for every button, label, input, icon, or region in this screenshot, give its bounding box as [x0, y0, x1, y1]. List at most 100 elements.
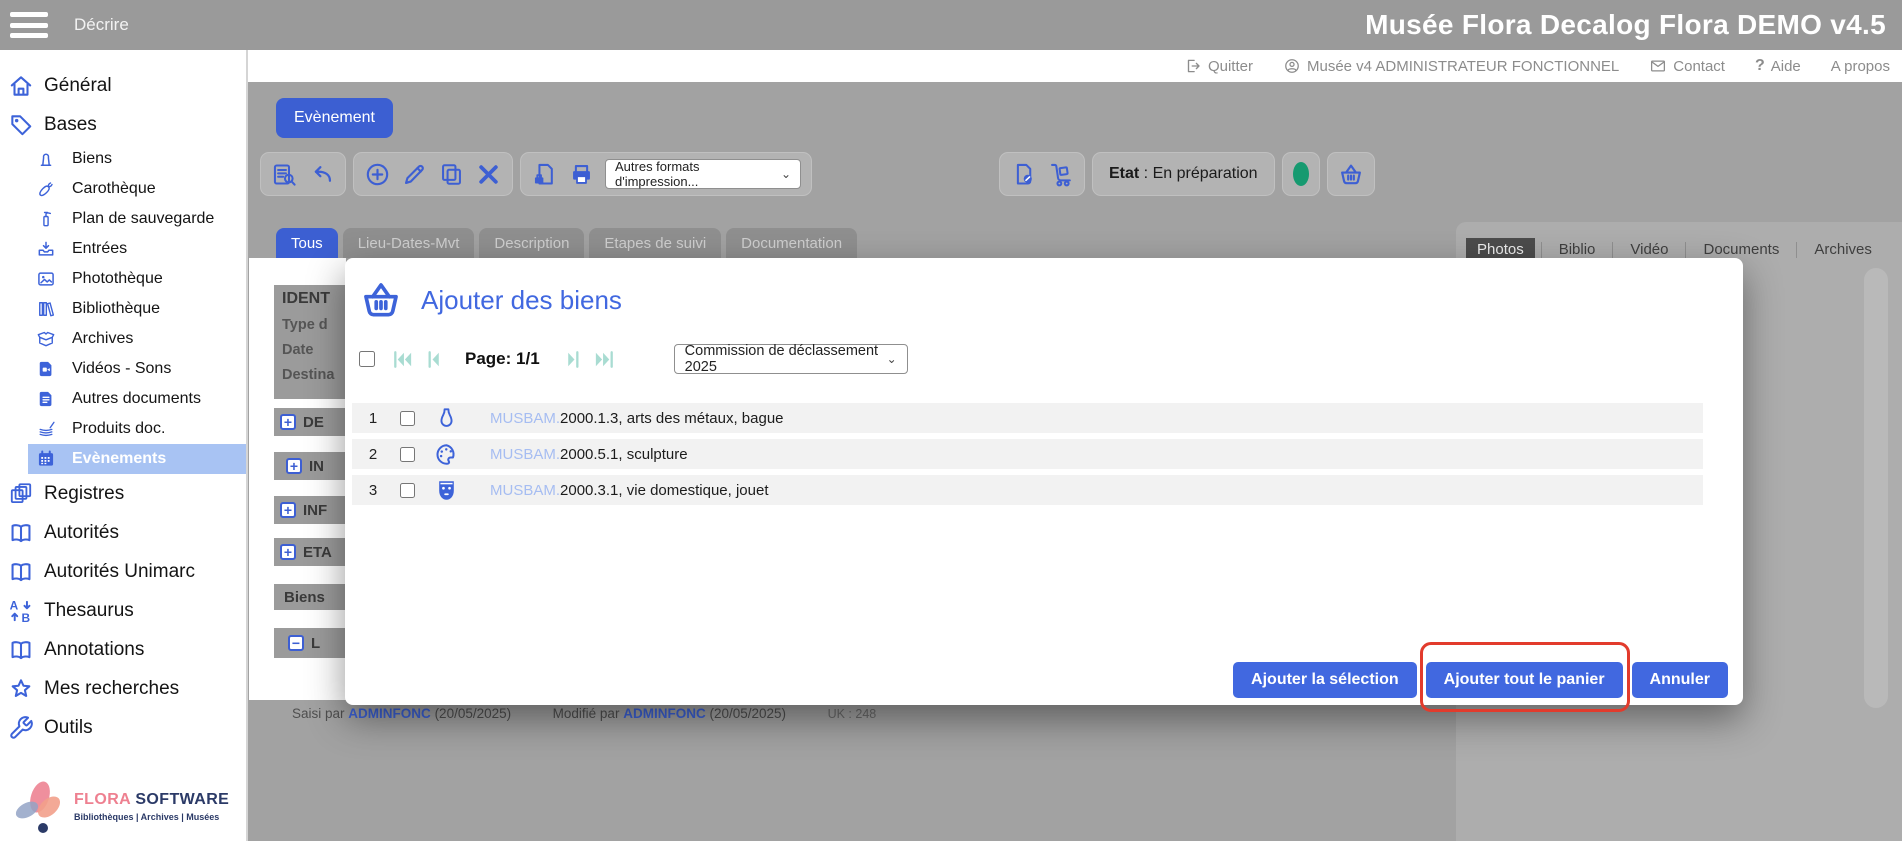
trolley-icon[interactable]: [1047, 161, 1074, 188]
collapse-minus-icon[interactable]: −: [288, 635, 304, 651]
edit-pencil-icon[interactable]: [401, 161, 428, 188]
basket-select-dropdown[interactable]: Commission de déclassement 2025 ⌄: [674, 344, 908, 374]
row-checkbox[interactable]: [400, 447, 415, 462]
expand-plus-icon[interactable]: +: [280, 502, 296, 518]
print-file-icon[interactable]: [531, 161, 558, 188]
tab-description[interactable]: Description: [479, 228, 584, 258]
sidebar-item-archives[interactable]: Archives: [0, 324, 246, 354]
add-selection-button[interactable]: Ajouter la sélection: [1233, 662, 1417, 698]
first-page-icon[interactable]: [391, 348, 414, 371]
star-icon: [8, 676, 34, 702]
basket-button[interactable]: [1327, 152, 1375, 196]
section-identification: IDENT Type d Date Destina: [274, 285, 346, 399]
list-item[interactable]: 3 MUSBAM.2000.3.1, vie domestique, jouet: [352, 475, 1703, 505]
previous-page-icon[interactable]: [422, 348, 445, 371]
record-form-background: IDENT Type d Date Destina +DE + IN + INF +…: [249, 258, 346, 700]
add-all-basket-button[interactable]: Ajouter tout le panier: [1426, 662, 1623, 698]
sidebar-item-registres[interactable]: Registres: [0, 474, 246, 513]
document-icon: [36, 389, 56, 409]
tab-lieu-dates-mvt[interactable]: Lieu-Dates-Mvt: [343, 228, 475, 258]
media-tab-archives[interactable]: Archives: [1803, 238, 1883, 261]
sidebar-item-mes-recherches[interactable]: Mes recherches: [0, 669, 246, 708]
tab-documentation[interactable]: Documentation: [726, 228, 857, 258]
delete-x-icon[interactable]: [475, 161, 502, 188]
list-search-icon[interactable]: [271, 161, 298, 188]
sidebar-item-plan-sauvegarde[interactable]: Plan de sauvegarde: [0, 204, 246, 234]
sidebar-item-videos-sons[interactable]: Vidéos - Sons: [0, 354, 246, 384]
copy-icon[interactable]: [438, 161, 465, 188]
record-footer: Saisi par ADMINFONC (20/05/2025) Modifié…: [292, 706, 876, 721]
current-user[interactable]: Musée v4 ADMINISTRATEUR FONCTIONNEL: [1283, 57, 1619, 75]
sidebar-item-produits-doc[interactable]: Produits doc.: [0, 414, 246, 444]
status-value: En préparation: [1153, 165, 1258, 182]
hamburger-menu-icon[interactable]: [10, 12, 48, 38]
select-all-checkbox[interactable]: [359, 351, 375, 367]
list-item[interactable]: 2 MUSBAM.2000.5.1, sculpture: [352, 439, 1703, 469]
sidebar-item-autorites-unimarc[interactable]: Autorités Unimarc: [0, 552, 246, 591]
question-icon: ?: [1755, 57, 1765, 75]
toolbar: Autres formats d'impression... ⌄ Etat : …: [260, 152, 1375, 196]
sidebar-item-carotheque[interactable]: Carothèque: [0, 174, 246, 204]
basket-icon: [359, 278, 403, 322]
vase-icon: [433, 405, 460, 432]
help-button[interactable]: ?Aide: [1755, 57, 1801, 75]
saisi-date: (20/05/2025): [435, 706, 512, 721]
undo-icon[interactable]: [308, 161, 335, 188]
dialog-buttons: Ajouter la sélection Ajouter tout le pan…: [1233, 662, 1728, 698]
last-page-icon[interactable]: [593, 348, 616, 371]
person-icon: [1283, 57, 1301, 75]
sidebar-item-bibliotheque[interactable]: Bibliothèque: [0, 294, 246, 324]
expand-plus-icon[interactable]: +: [280, 414, 296, 430]
about-button[interactable]: A propos: [1831, 58, 1890, 75]
mask-icon: [433, 477, 460, 504]
tab-etapes-de-suivi[interactable]: Etapes de suivi: [589, 228, 721, 258]
tab-tous[interactable]: Tous: [276, 228, 338, 258]
row-checkbox[interactable]: [400, 411, 415, 426]
row-checkbox[interactable]: [400, 483, 415, 498]
cancel-button[interactable]: Annuler: [1632, 662, 1728, 698]
attach-file-icon[interactable]: [1010, 161, 1037, 188]
sidebar-item-label: Evènements: [72, 450, 166, 468]
item-prefix: MUSBAM.: [490, 446, 560, 463]
sidebar-item-phototheque[interactable]: Photothèque: [0, 264, 246, 294]
expand-plus-icon[interactable]: +: [286, 458, 302, 474]
sidebar-item-thesaurus[interactable]: Thesaurus: [0, 591, 246, 630]
sidebar-item-biens[interactable]: Biens: [0, 144, 246, 174]
top-bar: Décrire Musée Flora Decalog Flora DEMO v…: [0, 0, 1902, 50]
sidebar-item-autorites[interactable]: Autorités: [0, 513, 246, 552]
sidebar-item-entrees[interactable]: Entrées: [0, 234, 246, 264]
user-bar: Quitter Musée v4 ADMINISTRATEUR FONCTION…: [248, 50, 1902, 82]
print-format-dropdown[interactable]: Autres formats d'impression... ⌄: [605, 159, 801, 189]
toolbar-group-attach: [999, 152, 1085, 196]
item-text: MUSBAM.2000.1.3, arts des métaux, bague: [490, 410, 784, 427]
sidebar-item-bases[interactable]: Bases: [0, 105, 246, 144]
add-circle-icon[interactable]: [364, 161, 391, 188]
sidebar: Général Bases Biens Carothèque Plan de s…: [0, 50, 248, 841]
sidebar-item-annotations[interactable]: Annotations: [0, 630, 246, 669]
record-tabs: Tous Lieu-Dates-Mvt Description Etapes d…: [276, 228, 857, 258]
item-description: 2000.1.3, arts des métaux, bague: [560, 410, 783, 427]
contact-button[interactable]: Contact: [1649, 57, 1725, 75]
item-description: 2000.5.1, sculpture: [560, 446, 688, 463]
sidebar-item-label: Vidéos - Sons: [72, 360, 171, 378]
image-icon: [36, 269, 56, 289]
record-type-tab[interactable]: Evènement: [276, 98, 393, 138]
media-panel-scrollbar[interactable]: [1864, 268, 1888, 708]
module-label: Décrire: [74, 15, 129, 35]
quit-button[interactable]: Quitter: [1184, 57, 1253, 75]
row-number: 1: [360, 410, 386, 427]
row-number: 2: [360, 446, 386, 463]
sidebar-item-outils[interactable]: Outils: [0, 708, 246, 747]
sidebar-item-evenements[interactable]: Evènements: [28, 444, 246, 474]
section-label: INF: [303, 502, 327, 519]
section-label: IN: [309, 458, 324, 475]
list-item[interactable]: 1 MUSBAM.2000.1.3, arts des métaux, bagu…: [352, 403, 1703, 433]
sidebar-item-general[interactable]: Général: [0, 66, 246, 105]
next-page-icon[interactable]: [562, 348, 585, 371]
collapsed-section: +DE: [274, 408, 346, 436]
printer-icon[interactable]: [568, 161, 595, 188]
sidebar-item-label: Autres documents: [72, 390, 201, 408]
calendar-icon: [36, 449, 56, 469]
expand-plus-icon[interactable]: +: [280, 544, 296, 560]
sidebar-item-autres-documents[interactable]: Autres documents: [0, 384, 246, 414]
